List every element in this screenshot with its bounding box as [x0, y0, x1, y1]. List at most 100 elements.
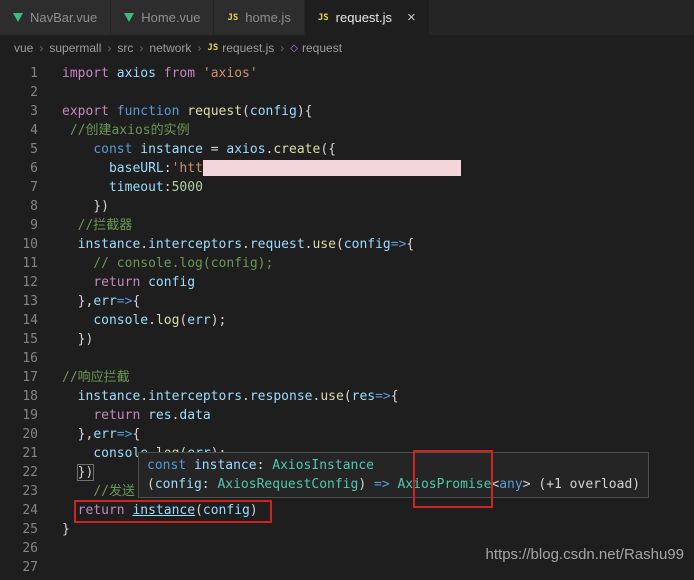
code-token: .: [242, 237, 250, 252]
code-token: (: [195, 503, 203, 518]
breadcrumb-separator: ›: [139, 41, 143, 55]
breadcrumb-item-supermall[interactable]: supermall: [49, 41, 101, 55]
code-token: instance: [78, 237, 141, 252]
code-token: from: [164, 66, 195, 81]
vscode-window: NavBar.vueHome.vueJShome.jsJSrequest.js×…: [0, 0, 694, 580]
line-number: 1: [0, 64, 38, 83]
line-number: 11: [0, 254, 38, 273]
breadcrumb-item-request-js[interactable]: JSrequest.js: [207, 41, 274, 55]
code-line-26[interactable]: [62, 539, 461, 558]
code-token: [156, 66, 164, 81]
code-token: =>: [391, 237, 407, 252]
breadcrumb-label: src: [117, 41, 133, 55]
breadcrumb-separator: ›: [107, 41, 111, 55]
code-token: [62, 503, 78, 518]
code-line-25[interactable]: }: [62, 520, 461, 539]
code-token: );: [211, 313, 227, 328]
code-token: any: [499, 477, 522, 492]
tab-label: Home.vue: [141, 10, 200, 25]
close-icon[interactable]: ×: [407, 10, 416, 25]
code-token: //创建axios的实例: [62, 123, 190, 138]
line-number: 20: [0, 425, 38, 444]
code-token: .: [140, 237, 148, 252]
hover-tooltip: const instance: AxiosInstance(config: Ax…: [138, 452, 649, 498]
code-line-6[interactable]: baseURL:'htt: [62, 159, 461, 178]
line-number: 16: [0, 349, 38, 368]
code-token: // console.log(config);: [62, 256, 273, 271]
code-token: }): [62, 199, 109, 214]
tab-navbar-vue[interactable]: NavBar.vue: [0, 0, 111, 35]
code-token: use: [320, 389, 343, 404]
code-token: .: [242, 389, 250, 404]
code-line-15[interactable]: }): [62, 330, 461, 349]
code-line-13[interactable]: },err=>{: [62, 292, 461, 311]
code-token: [195, 66, 203, 81]
code-token: [62, 484, 93, 499]
tooltip-line: (config: AxiosRequestConfig) => AxiosPro…: [147, 475, 640, 494]
code-line-1[interactable]: import axios from 'axios': [62, 64, 461, 83]
code-area[interactable]: import axios from 'axios' export function…: [62, 64, 461, 577]
code-token: :: [202, 477, 218, 492]
code-token: [62, 446, 93, 461]
code-line-24[interactable]: return instance(config): [62, 501, 461, 520]
breadcrumb-label: vue: [14, 41, 33, 55]
code-line-7[interactable]: timeout:5000: [62, 178, 461, 197]
tab-home-vue[interactable]: Home.vue: [111, 0, 214, 35]
code-token: ): [250, 503, 258, 518]
symbol-icon: ◇: [290, 43, 298, 54]
breadcrumb-item-network[interactable]: network: [149, 41, 191, 55]
code-token: =>: [375, 389, 391, 404]
code-token: [62, 465, 78, 480]
code-line-20[interactable]: },err=>{: [62, 425, 461, 444]
line-number: 8: [0, 197, 38, 216]
tab-home-js[interactable]: JShome.js: [214, 0, 304, 35]
code-token: AxiosRequestConfig: [217, 477, 358, 492]
code-token: [62, 313, 93, 328]
line-number: 22: [0, 463, 38, 482]
code-line-17[interactable]: //响应拦截: [62, 368, 461, 387]
code-line-27[interactable]: [62, 558, 461, 577]
instance-definition-link[interactable]: instance: [132, 503, 195, 518]
code-editor[interactable]: 1234567891011121314151617181920212223242…: [0, 61, 694, 580]
code-token: {: [391, 389, 399, 404]
breadcrumb-item-request[interactable]: ◇ request: [290, 41, 342, 55]
breadcrumb-item-src[interactable]: src: [117, 41, 133, 55]
code-line-3[interactable]: export function request(config){: [62, 102, 461, 121]
code-line-8[interactable]: }): [62, 197, 461, 216]
code-line-11[interactable]: // console.log(config);: [62, 254, 461, 273]
code-line-2[interactable]: [62, 83, 461, 102]
code-line-18[interactable]: instance.interceptors.response.use(res=>…: [62, 387, 461, 406]
line-number: 27: [0, 558, 38, 577]
code-token: instance: [194, 458, 257, 473]
code-token: data: [179, 408, 210, 423]
code-token: }): [78, 465, 94, 480]
code-line-14[interactable]: console.log(err);: [62, 311, 461, 330]
line-number: 25: [0, 520, 38, 539]
code-line-12[interactable]: return config: [62, 273, 461, 292]
code-line-4[interactable]: //创建axios的实例: [62, 121, 461, 140]
code-token: [186, 458, 194, 473]
line-number: 3: [0, 102, 38, 121]
code-token: [62, 142, 93, 157]
code-line-9[interactable]: //拦截器: [62, 216, 461, 235]
code-token: instance: [140, 142, 203, 157]
line-number: 4: [0, 121, 38, 140]
tab-label: NavBar.vue: [30, 10, 97, 25]
code-token: const: [93, 142, 132, 157]
code-token: ({: [320, 142, 336, 157]
code-token: .: [140, 389, 148, 404]
code-token: err: [187, 313, 210, 328]
code-token: interceptors: [148, 237, 242, 252]
code-line-10[interactable]: instance.interceptors.request.use(config…: [62, 235, 461, 254]
breadcrumb-label: request: [302, 41, 342, 55]
code-line-19[interactable]: return res.data: [62, 406, 461, 425]
code-token: instance: [78, 389, 141, 404]
tab-request-js[interactable]: JSrequest.js×: [305, 0, 430, 35]
code-line-16[interactable]: [62, 349, 461, 368]
tooltip-line: const instance: AxiosInstance: [147, 456, 640, 475]
line-number: 5: [0, 140, 38, 159]
code-token: //发送: [93, 484, 135, 499]
code-line-5[interactable]: const instance = axios.create({: [62, 140, 461, 159]
breadcrumb-item-vue[interactable]: vue: [14, 41, 33, 55]
code-token: (: [242, 104, 250, 119]
